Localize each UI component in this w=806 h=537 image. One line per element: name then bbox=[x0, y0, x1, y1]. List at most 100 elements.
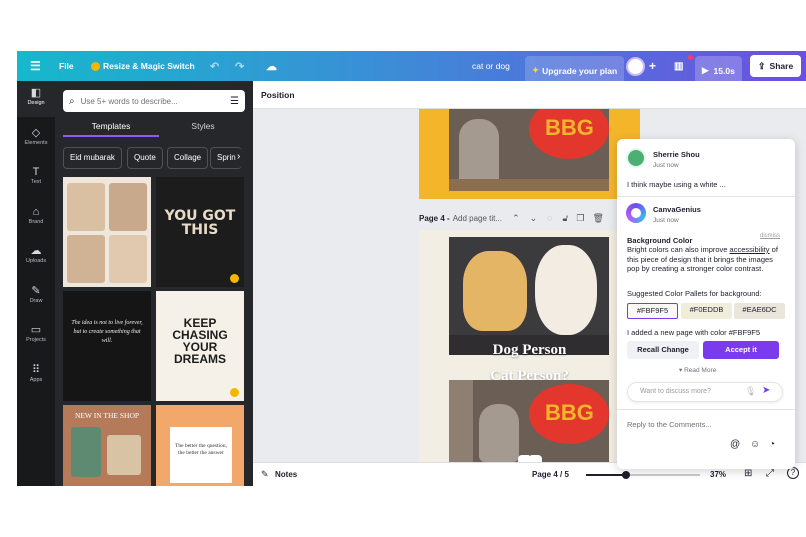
swatch-eae6dc[interactable]: #EAE6DC bbox=[734, 303, 785, 319]
filter-icon[interactable]: ☰ bbox=[230, 96, 239, 107]
comment-author: CanvaGenius bbox=[653, 205, 701, 214]
page-3[interactable]: BBG bbox=[419, 109, 640, 199]
dismiss-link[interactable]: dismiss bbox=[760, 232, 780, 242]
read-more-button[interactable]: ▾ Read More bbox=[679, 366, 716, 374]
mention-icon[interactable]: @ bbox=[730, 439, 740, 450]
canvagenius-logo-icon bbox=[626, 203, 646, 223]
show-pages-handle[interactable]: ⌃ bbox=[518, 455, 542, 462]
chevron-right-icon[interactable]: › bbox=[237, 151, 240, 162]
swatch-fbf9f5[interactable]: #FBF9F5 bbox=[627, 303, 678, 319]
cat-photo: BBG bbox=[449, 109, 609, 191]
accessibility-link[interactable]: accessibility bbox=[730, 245, 770, 254]
template-text: The idea is not to live forever, but to … bbox=[71, 320, 143, 344]
page-4-title-bar: Page 4 - Add page tit... ⌃ ⌄ ◌ 🔓︎ ❐ 🗑︎ bbox=[419, 211, 604, 225]
file-menu[interactable]: File bbox=[59, 51, 74, 81]
design-title[interactable]: cat or dog bbox=[472, 51, 510, 81]
panel-tabs: Templates Styles bbox=[63, 117, 245, 137]
rail-text[interactable]: T Text bbox=[17, 160, 55, 196]
duplicate-icon[interactable]: ❐ bbox=[576, 213, 584, 224]
chevron-up-icon[interactable]: ⌃ bbox=[512, 213, 520, 224]
pen-icon: ✎ bbox=[31, 285, 41, 297]
discuss-input-box[interactable]: Want to discuss more? 🎙︎ ➤ bbox=[627, 382, 783, 402]
lock-icon[interactable]: 🔓︎ bbox=[563, 213, 569, 224]
microphone-icon[interactable]: 🎙︎ bbox=[745, 386, 756, 397]
cat-photo: BBG bbox=[449, 380, 609, 462]
hamburger-icon[interactable]: ☰ bbox=[30, 51, 41, 81]
page-counter[interactable]: Page 4 / 5 bbox=[532, 470, 569, 479]
fullscreen-icon[interactable]: ⤢ bbox=[766, 468, 774, 479]
search-box[interactable]: ⌕ Use 5+ words to describe... ☰ bbox=[63, 90, 245, 112]
chip-quote[interactable]: Quote bbox=[127, 147, 163, 169]
template-keep-chasing[interactable]: KEEP CHASING YOUR DREAMS bbox=[156, 291, 244, 401]
chevron-down-icon[interactable]: ⌄ bbox=[530, 213, 538, 224]
template-quote-dark[interactable]: The idea is not to live forever, but to … bbox=[63, 291, 151, 401]
template-text: The better the question, the better the … bbox=[175, 443, 227, 456]
add-collaborator-icon[interactable]: + bbox=[649, 51, 656, 81]
send-icon[interactable]: ➤ bbox=[762, 385, 770, 396]
template-new-in-shop[interactable]: NEW IN THE SHOP bbox=[63, 405, 151, 486]
zoom-level[interactable]: 37% bbox=[710, 470, 726, 479]
read-more-label: Read More bbox=[684, 367, 717, 374]
crown-icon bbox=[91, 61, 100, 71]
tab-styles[interactable]: Styles bbox=[155, 117, 251, 137]
grid-view-icon[interactable]: ⊞ bbox=[744, 468, 752, 479]
resize-magic-switch-button[interactable]: Resize & Magic Switch bbox=[91, 51, 195, 81]
swatch-f0eddb[interactable]: #F0EDDB bbox=[681, 303, 732, 319]
resize-label: Resize & Magic Switch bbox=[103, 61, 195, 71]
zoom-slider[interactable] bbox=[586, 471, 700, 479]
comment-author: Sherrie Shou bbox=[653, 150, 700, 159]
rail-label: Design bbox=[27, 100, 45, 106]
template-better-question[interactable]: The better the question, the better the … bbox=[156, 405, 244, 486]
rail-label: Apps bbox=[29, 377, 43, 383]
recall-change-button[interactable]: Recall Change bbox=[627, 341, 699, 359]
zoom-slider-handle[interactable] bbox=[622, 471, 630, 479]
reply-input[interactable]: Reply to the Comments... bbox=[627, 420, 712, 430]
rail-uploads[interactable]: ☁ Uploads bbox=[17, 239, 55, 275]
comment-time: Just now bbox=[653, 162, 679, 169]
emoji-icon[interactable]: ☺ bbox=[750, 439, 760, 450]
hide-icon[interactable]: ◌ bbox=[547, 213, 552, 223]
sticker-icon[interactable]: ◔ bbox=[769, 439, 775, 450]
chip-eid-mubarak[interactable]: Eid mubarak bbox=[63, 147, 122, 169]
discuss-input[interactable]: Want to discuss more? bbox=[640, 388, 711, 395]
notification-dot bbox=[688, 54, 693, 60]
chip-collage[interactable]: Collage bbox=[167, 147, 209, 169]
accept-button[interactable]: Accept it bbox=[703, 341, 779, 359]
share-button[interactable]: ⇪ Share bbox=[750, 55, 802, 77]
rail-design[interactable]: ◧ Design bbox=[17, 81, 55, 117]
overlay-text-dog[interactable]: Dog Person bbox=[419, 342, 640, 359]
page-title-input[interactable]: Add page tit... bbox=[453, 214, 502, 223]
category-chips: Eid mubarak Quote Collage Sprin › bbox=[63, 147, 249, 169]
rail-elements[interactable]: ◇ Elements bbox=[17, 121, 55, 157]
page-label: Page 4 - bbox=[419, 213, 450, 223]
comments-panel: Sherrie Shou Just now I think maybe usin… bbox=[617, 139, 795, 469]
rail-brand[interactable]: ⌂ Brand bbox=[17, 200, 55, 236]
suggestion-body: Bright colors can also improve accessibi… bbox=[627, 245, 787, 274]
play-icon: ▶ bbox=[702, 65, 709, 75]
template-you-got-this[interactable]: YOU GOT THIS bbox=[156, 177, 244, 287]
rail-draw[interactable]: ✎ Draw bbox=[17, 279, 55, 315]
notes-icon[interactable]: ✎ bbox=[261, 469, 269, 480]
cloud-upload-icon: ☁ bbox=[30, 245, 42, 257]
rail-projects[interactable]: ▭ Projects bbox=[17, 318, 55, 354]
tab-templates[interactable]: Templates bbox=[63, 117, 159, 137]
divider bbox=[617, 196, 795, 197]
cloud-sync-icon[interactable]: ☁ bbox=[266, 51, 277, 81]
trash-icon[interactable]: 🗑︎ bbox=[592, 213, 603, 224]
notes-button[interactable]: Notes bbox=[275, 470, 297, 479]
analytics-icon[interactable]: ▥ bbox=[674, 51, 683, 81]
page-4[interactable]: Dog Person Cat Person? BBG bbox=[419, 230, 640, 462]
sparkle-icon: ✦ bbox=[532, 65, 540, 75]
text-icon: T bbox=[32, 166, 40, 178]
avatar[interactable] bbox=[626, 51, 645, 81]
layout-icon: ◧ bbox=[30, 87, 42, 99]
rail-apps[interactable]: ⠿ Apps bbox=[17, 358, 55, 394]
redo-icon[interactable]: ↷ bbox=[235, 51, 244, 81]
template-fashion-collage[interactable] bbox=[63, 177, 151, 287]
folder-icon: ▭ bbox=[30, 324, 42, 336]
undo-icon[interactable]: ↶ bbox=[210, 51, 219, 81]
search-input[interactable]: Use 5+ words to describe... bbox=[81, 97, 230, 106]
rail-label: Uploads bbox=[25, 258, 47, 264]
top-bar: ☰ File Resize & Magic Switch ↶ ↷ ☁ cat o… bbox=[17, 51, 806, 86]
position-button[interactable]: Position bbox=[261, 90, 295, 100]
